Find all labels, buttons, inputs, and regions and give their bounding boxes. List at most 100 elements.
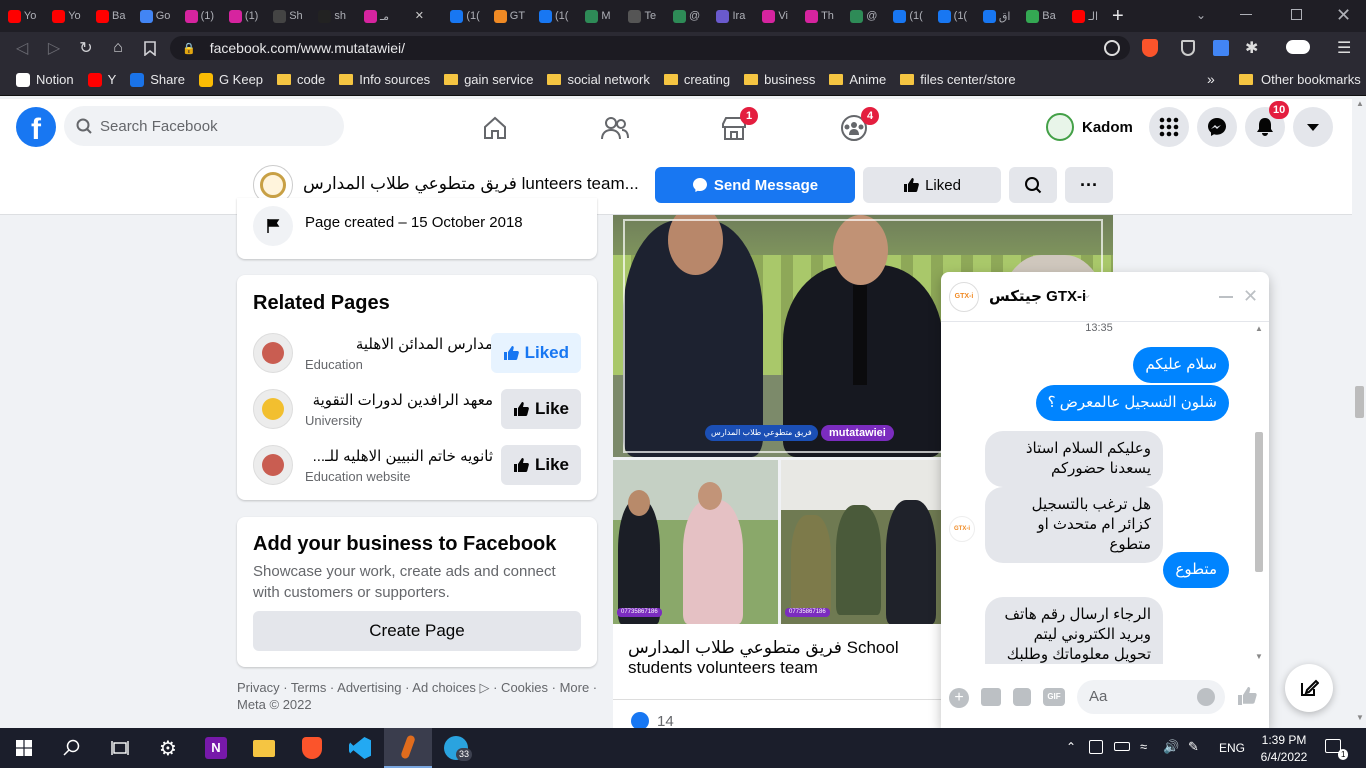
emoji-icon[interactable] — [1197, 688, 1215, 706]
incoming-message[interactable]: هل ترغب بالتسجيل كزائر ام متحدث او متطوع — [985, 487, 1163, 563]
close-window-icon[interactable]: ✕ — [1336, 5, 1351, 26]
translate-extension-icon[interactable] — [1213, 40, 1229, 56]
outgoing-message[interactable]: شلون التسجيل عالمعرض ؟ — [1035, 385, 1229, 421]
paint-app[interactable] — [384, 728, 432, 768]
outgoing-message[interactable]: متطوع — [1163, 552, 1229, 588]
browser-tab[interactable]: Ba — [89, 0, 133, 32]
bookmark-folder[interactable]: creating — [663, 72, 730, 87]
search-input[interactable]: Search Facebook — [64, 106, 344, 146]
menu-grid-button[interactable] — [1149, 107, 1189, 147]
browser-tab[interactable]: Ba — [1019, 0, 1063, 32]
bookmark-folder[interactable]: business — [744, 72, 815, 87]
incoming-message[interactable]: وعليكم السلام استاذ يسعدنا حضوركم — [985, 431, 1163, 487]
bookmark-share[interactable]: Share — [130, 72, 185, 87]
site-info-icon[interactable] — [1104, 40, 1120, 56]
nav-friends-tab[interactable] — [560, 99, 670, 156]
more-options-button[interactable]: ··· — [1065, 167, 1113, 203]
related-page-avatar[interactable] — [253, 333, 293, 373]
wifi-icon[interactable]: ≈ — [1140, 739, 1147, 754]
new-tab-button[interactable]: + — [1112, 6, 1134, 26]
like-button[interactable]: Like — [500, 389, 581, 429]
like-button[interactable]: Like — [500, 445, 581, 485]
related-page-name[interactable]: مدارس المدائن الاهلية — [356, 335, 493, 353]
browser-tab[interactable]: ✕ — [399, 0, 443, 32]
more-bookmarks-chevron[interactable]: » — [1207, 71, 1215, 87]
browser-tab[interactable]: Th — [797, 0, 841, 32]
related-page-item[interactable]: مدارس المدائن الاهلية Education Liked — [237, 325, 597, 381]
bookmark-folder[interactable]: code — [277, 72, 325, 87]
language-indicator[interactable]: ENG — [1219, 741, 1245, 755]
related-page-avatar[interactable] — [253, 445, 293, 485]
browser-tab[interactable]: (1( — [886, 0, 930, 32]
related-page-item[interactable]: معهد الرافدين لدورات التقوية University Li… — [237, 381, 597, 437]
profile-link[interactable]: Kadom — [1046, 111, 1133, 143]
post-caption-line2[interactable]: students volunteers team — [628, 658, 818, 678]
add-plus-icon[interactable]: + — [949, 688, 969, 708]
clock-time[interactable]: 1:39 PM — [1254, 733, 1314, 747]
back-icon[interactable]: ◁ — [6, 32, 38, 64]
related-page-avatar[interactable] — [253, 389, 293, 429]
page-search-button[interactable] — [1009, 167, 1057, 203]
browser-tab[interactable]: (1( — [930, 0, 974, 32]
url-field[interactable]: 🔒 facebook.com/www.mutatawiei/ — [170, 36, 1130, 60]
chat-avatar[interactable]: GTX-i — [949, 282, 979, 312]
vpn-shield-icon[interactable] — [1181, 40, 1195, 56]
taskbar-search-button[interactable] — [48, 728, 96, 768]
send-message-button[interactable]: Send Message — [655, 167, 855, 203]
related-page-name[interactable]: معهد الرافدين لدورات التقوية — [313, 391, 493, 409]
onenote-app[interactable]: N — [192, 728, 240, 768]
browser-tab[interactable]: (1( — [532, 0, 576, 32]
messenger-button[interactable] — [1197, 107, 1237, 147]
browser-tab[interactable]: GT — [487, 0, 531, 32]
related-page-name[interactable]: ثانويه خاتم النبيين الاهليه للـ... — [313, 447, 493, 465]
incoming-message[interactable]: الرجاء ارسال رقم هاتف وبريد الكتروني ليت… — [985, 597, 1163, 665]
chevron-down-icon[interactable]: ⌄ — [1082, 287, 1092, 301]
battery-icon[interactable] — [1114, 742, 1130, 751]
bookmark-folder[interactable]: Info sources — [339, 72, 430, 87]
home-icon[interactable]: ⌂ — [102, 32, 134, 64]
task-view-button[interactable] — [96, 728, 144, 768]
brave-app[interactable] — [288, 728, 336, 768]
bookmark-folder[interactable]: gain service — [444, 72, 533, 87]
browser-tab[interactable]: Go — [133, 0, 177, 32]
photo-icon[interactable] — [981, 688, 1001, 706]
liked-button[interactable]: Liked — [863, 167, 1001, 203]
browser-tab[interactable]: @ — [842, 0, 886, 32]
photo-thumb-1[interactable]: 07735867186 — [613, 460, 778, 624]
bookmark-folder[interactable]: social network — [547, 72, 650, 87]
nav-marketplace-tab[interactable]: 1 — [679, 99, 789, 156]
browser-tab[interactable]: Sh — [266, 0, 310, 32]
browser-tab[interactable]: (1( — [443, 0, 487, 32]
reload-icon[interactable]: ↻ — [70, 32, 102, 64]
new-message-button[interactable] — [1285, 664, 1333, 712]
wallet-icon[interactable] — [1286, 40, 1310, 54]
bookmark-folder[interactable]: Anime — [829, 72, 886, 87]
browser-tab[interactable]: sh — [310, 0, 354, 32]
close-chat-icon[interactable]: ✕ — [1243, 286, 1258, 307]
bookmark-icon[interactable] — [134, 32, 166, 64]
browser-tab[interactable]: مـ — [354, 0, 398, 32]
browser-tab[interactable]: Ira — [709, 0, 753, 32]
browser-tab[interactable]: (1) — [221, 0, 265, 32]
restore-icon[interactable] — [1291, 9, 1302, 20]
bookmark-folder[interactable]: files center/store — [900, 72, 1016, 87]
chat-scrollbar[interactable]: ▲ ▼ — [1252, 324, 1266, 664]
gif-icon[interactable]: GIF — [1043, 688, 1065, 706]
volume-icon[interactable]: 🔊 — [1163, 739, 1179, 755]
tray-chevron-up-icon[interactable]: ⌃ — [1066, 740, 1076, 754]
brave-shield-icon[interactable] — [1142, 39, 1158, 57]
browser-tab[interactable]: Te — [620, 0, 664, 32]
nav-groups-tab[interactable]: 4 — [799, 99, 909, 156]
clock-date[interactable]: 6/4/2022 — [1254, 750, 1314, 764]
create-page-button[interactable]: Create Page — [253, 611, 581, 651]
sticker-icon[interactable] — [1013, 688, 1031, 706]
telegram-app[interactable]: 33 — [432, 728, 480, 768]
browser-tab[interactable]: اق — [975, 0, 1019, 32]
notifications-button[interactable]: 10 — [1245, 101, 1290, 147]
related-page-item[interactable]: ثانويه خاتم النبيين الاهليه للـ... Educat… — [237, 437, 597, 493]
nav-home-tab[interactable] — [440, 99, 550, 156]
tray-app-icon[interactable] — [1089, 740, 1103, 754]
tab-list-chevron-icon[interactable]: ⌄ — [1196, 8, 1206, 22]
photo-thumb-2[interactable]: 07735867186 — [781, 460, 941, 624]
extensions-puzzle-icon[interactable]: ✱ — [1245, 38, 1258, 58]
